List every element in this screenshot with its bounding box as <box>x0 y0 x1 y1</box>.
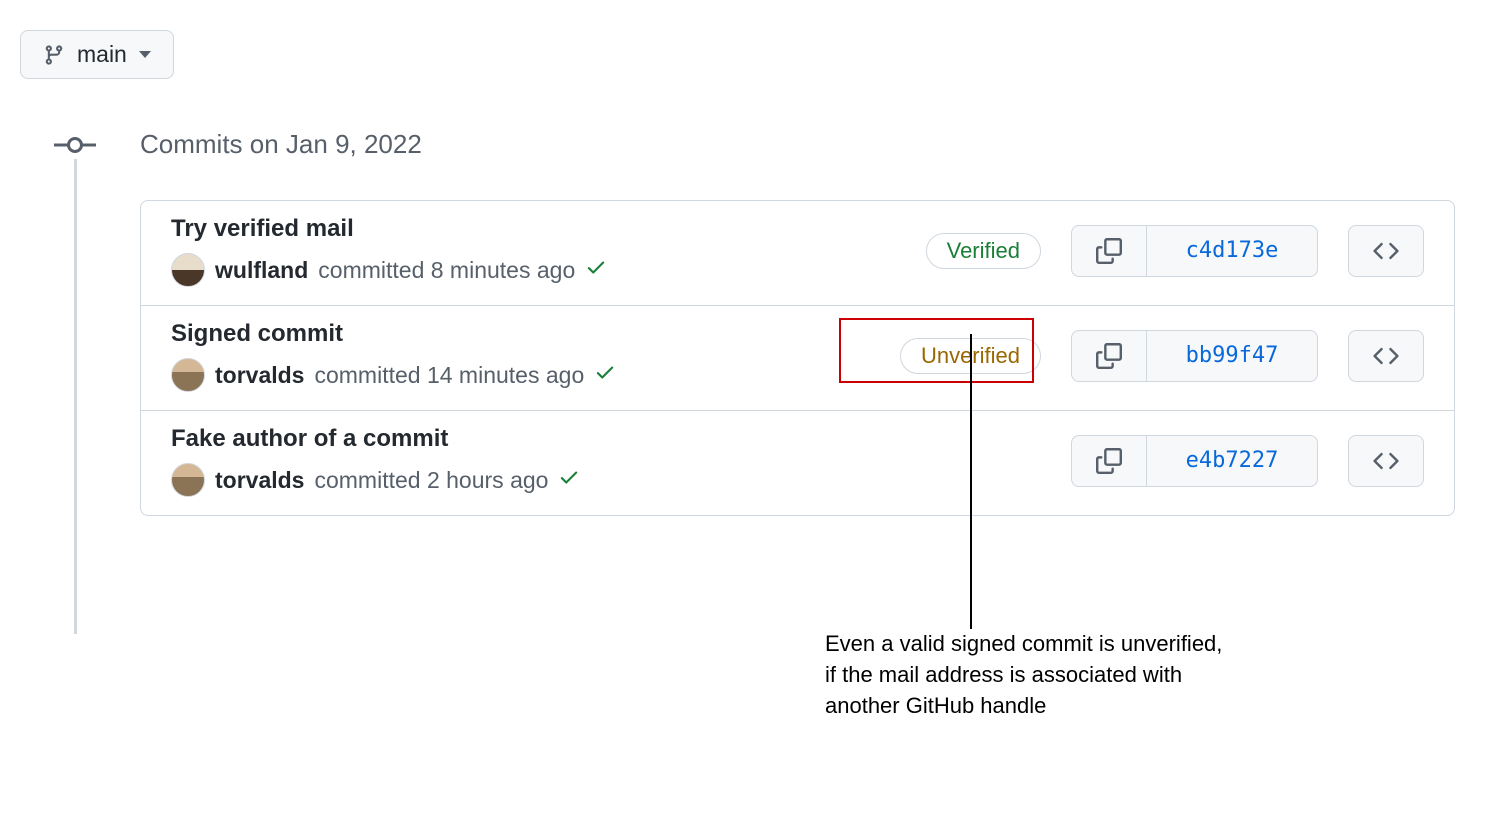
status-check-icon[interactable] <box>558 466 580 494</box>
commit-sha-link[interactable]: e4b7227 <box>1147 436 1317 486</box>
annotation-line: another GitHub handle <box>825 691 1325 722</box>
chevron-down-icon <box>139 51 151 58</box>
branch-name: main <box>77 41 127 68</box>
commit-author-link[interactable]: wulfland <box>215 257 308 284</box>
timeline-line <box>74 159 77 634</box>
commit-row: Fake author of a commit torvalds committ… <box>141 411 1454 515</box>
commit-author-link[interactable]: torvalds <box>215 467 304 494</box>
sha-group: e4b7227 <box>1071 435 1318 487</box>
annotation-text: Even a valid signed commit is unverified… <box>825 629 1325 721</box>
date-heading: Commits on Jan 9, 2022 <box>140 129 422 160</box>
commit-row: Signed commit torvalds committed 14 minu… <box>141 306 1454 411</box>
code-icon <box>1373 238 1399 264</box>
annotation-line: Even a valid signed commit is unverified… <box>825 629 1325 660</box>
commit-marker <box>50 137 100 153</box>
avatar[interactable] <box>171 358 205 392</box>
copy-sha-button[interactable] <box>1072 226 1147 276</box>
avatar[interactable] <box>171 253 205 287</box>
avatar[interactable] <box>171 463 205 497</box>
commit-sha-link[interactable]: c4d173e <box>1147 226 1317 276</box>
verification-badge[interactable]: Verified <box>926 233 1041 269</box>
git-branch-icon <box>43 44 65 66</box>
copy-icon <box>1096 343 1122 369</box>
commit-timestamp: committed 8 minutes ago <box>318 257 575 284</box>
branch-selector-button[interactable]: main <box>20 30 174 79</box>
copy-icon <box>1096 448 1122 474</box>
commits-list: Try verified mail wulfland committed 8 m… <box>140 200 1455 516</box>
status-check-icon[interactable] <box>585 256 607 284</box>
commits-timeline: Commits on Jan 9, 2022 Try verified mail… <box>50 129 1488 516</box>
date-row: Commits on Jan 9, 2022 <box>50 129 1488 160</box>
sha-group: bb99f47 <box>1071 330 1318 382</box>
commit-sha-link[interactable]: bb99f47 <box>1147 331 1317 381</box>
commit-timestamp: committed 2 hours ago <box>314 467 548 494</box>
copy-sha-button[interactable] <box>1072 436 1147 486</box>
browse-code-button[interactable] <box>1348 330 1424 382</box>
commit-title-link[interactable]: Try verified mail <box>171 215 354 243</box>
commit-timestamp: committed 14 minutes ago <box>314 362 584 389</box>
code-icon <box>1373 343 1399 369</box>
commit-title-link[interactable]: Signed commit <box>171 320 343 348</box>
copy-icon <box>1096 238 1122 264</box>
browse-code-button[interactable] <box>1348 435 1424 487</box>
commit-author-link[interactable]: torvalds <box>215 362 304 389</box>
commit-row: Try verified mail wulfland committed 8 m… <box>141 201 1454 306</box>
code-icon <box>1373 448 1399 474</box>
commit-title-link[interactable]: Fake author of a commit <box>171 425 448 453</box>
annotation-line: if the mail address is associated with <box>825 660 1325 691</box>
sha-group: c4d173e <box>1071 225 1318 277</box>
status-check-icon[interactable] <box>594 361 616 389</box>
annotation-connector-line <box>970 334 972 629</box>
copy-sha-button[interactable] <box>1072 331 1147 381</box>
commit-dot-icon <box>67 137 83 153</box>
browse-code-button[interactable] <box>1348 225 1424 277</box>
